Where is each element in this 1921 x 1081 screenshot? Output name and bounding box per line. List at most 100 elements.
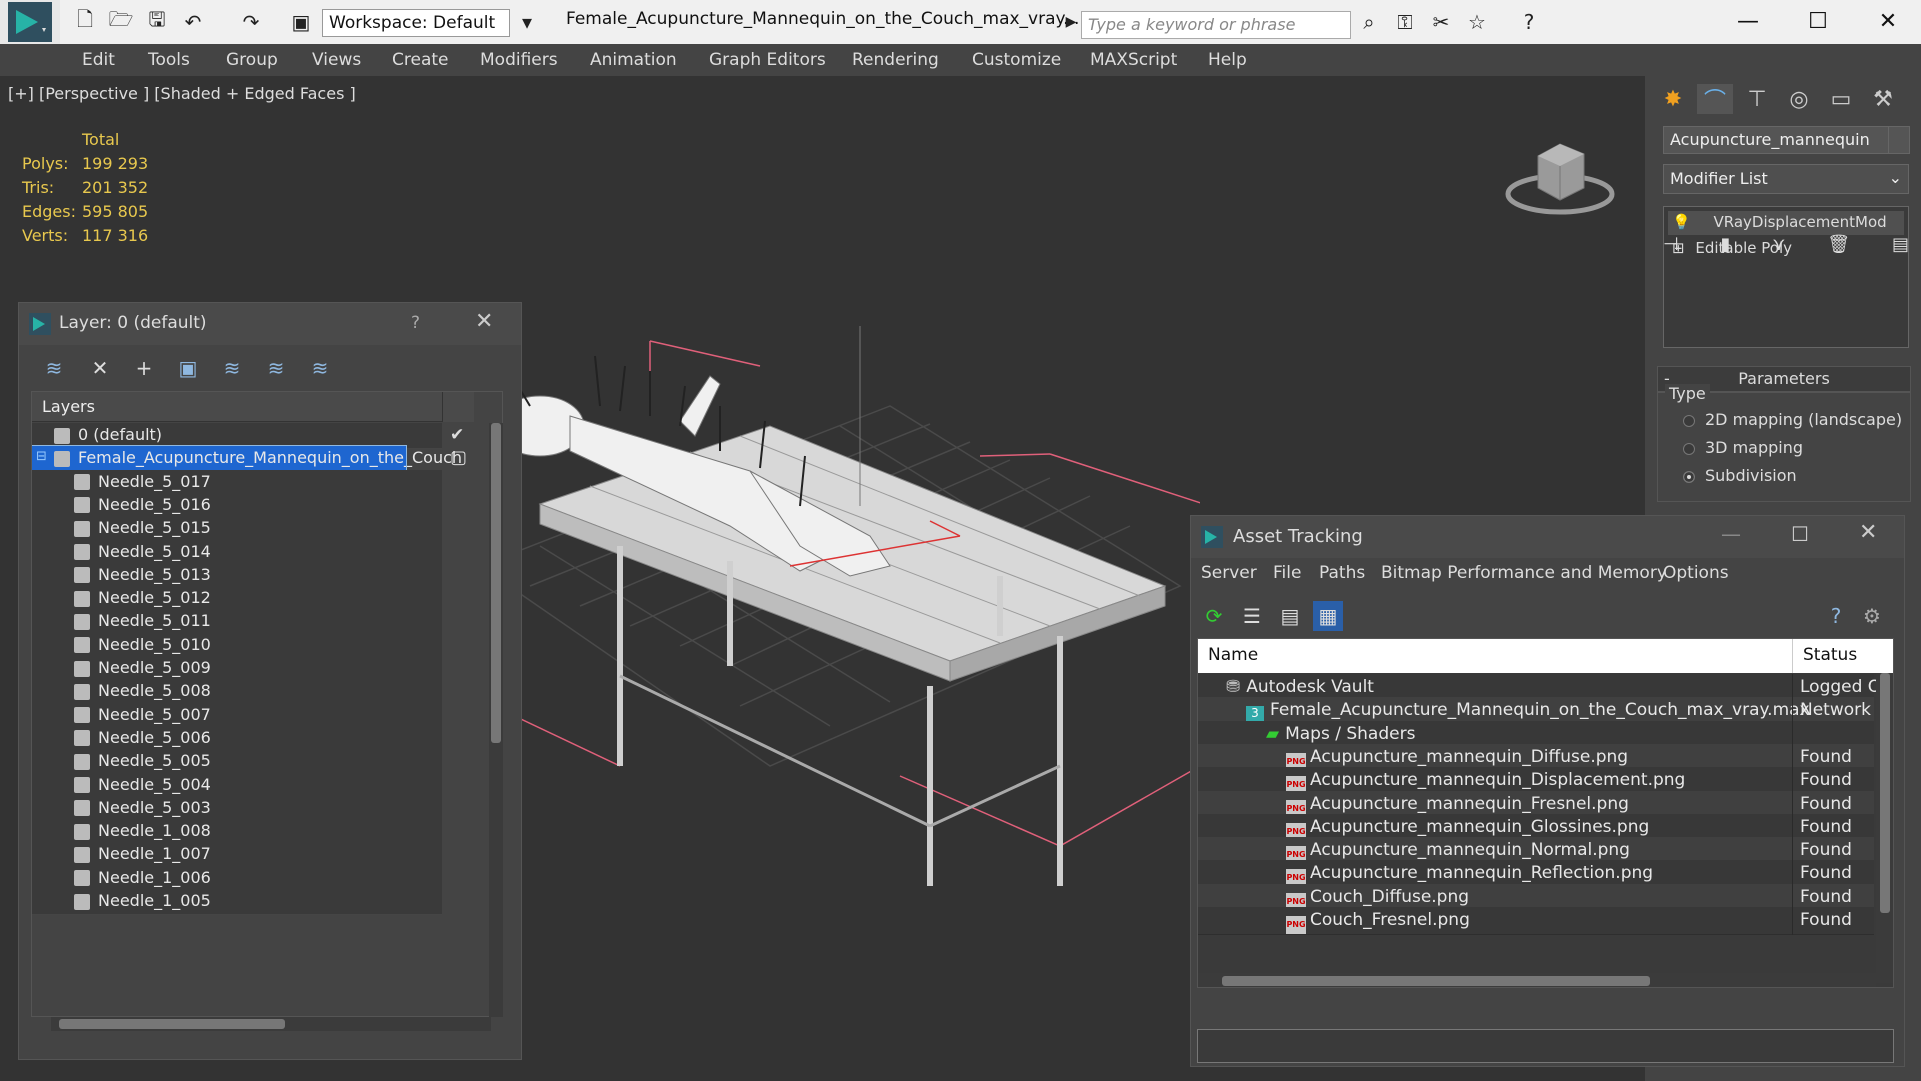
app-logo-icon[interactable] [0, 0, 60, 44]
viewcube-icon[interactable] [1500, 126, 1620, 226]
layer-horizontal-scrollbar[interactable] [51, 1017, 491, 1031]
hierarchy-tab-icon[interactable]: ⊤ [1739, 84, 1775, 114]
freeze-layers-icon[interactable]: ≋ [305, 353, 335, 383]
object-row[interactable]: Needle_5_012 [32, 586, 442, 613]
redo-icon[interactable]: ↷ [238, 10, 264, 34]
object-row[interactable]: Needle_5_017 [32, 469, 442, 496]
workspace-select[interactable]: Workspace: Default [322, 9, 510, 37]
create-layer-icon[interactable]: ≋ [39, 353, 69, 383]
layer-row-mannequin[interactable]: ⊟ Female_Acupuncture_Mannequin_on_the_Cou… [32, 445, 462, 474]
status-column-header[interactable]: Status [1793, 639, 1893, 673]
menu-rendering[interactable]: Rendering [852, 50, 939, 70]
stack-item-vraydisplacement[interactable]: 💡 VRayDisplacementMod [1668, 211, 1904, 235]
menu-bitmap-performance[interactable]: Bitmap Performance and Memory [1381, 563, 1667, 583]
menu-maxscript[interactable]: MAXScript [1090, 50, 1177, 70]
close-icon[interactable]: ✕ [475, 309, 493, 334]
tools-icon[interactable]: ✂ [1428, 10, 1454, 34]
remove-modifier-icon[interactable]: 🗑 [1827, 234, 1850, 264]
new-file-icon[interactable]: 🗋 [72, 7, 98, 34]
hide-layers-icon[interactable]: ≋ [261, 353, 291, 383]
visibility-column-header[interactable] [442, 392, 474, 422]
viewport-label[interactable]: [+] [Perspective ] [Shaded + Edged Faces… [8, 84, 356, 103]
asset-vertical-scrollbar[interactable] [1876, 673, 1893, 983]
collapse-icon[interactable]: ⊟ [36, 449, 47, 464]
menu-options[interactable]: Options [1663, 563, 1729, 583]
lightbulb-icon[interactable]: 💡 [1672, 213, 1691, 231]
object-row[interactable]: Needle_5_006 [32, 725, 442, 752]
asset-window-titlebar[interactable]: Asset Tracking — ☐ ✕ [1191, 516, 1904, 558]
motion-tab-icon[interactable]: ◎ [1781, 84, 1817, 114]
object-row[interactable]: Needle_5_004 [32, 772, 442, 799]
object-row[interactable]: Needle_5_003 [32, 795, 442, 822]
vault-help-icon[interactable]: ? [1821, 601, 1851, 631]
object-row[interactable]: Needle_5_016 [32, 492, 442, 519]
menu-edit[interactable]: Edit [82, 50, 115, 70]
object-row[interactable]: Needle_5_014 [32, 539, 442, 566]
scene-3d-view[interactable] [420, 206, 1200, 886]
object-row[interactable]: Needle_5_007 [32, 702, 442, 729]
menu-help[interactable]: Help [1208, 50, 1247, 70]
menu-file[interactable]: File [1273, 563, 1301, 583]
vault-settings-icon[interactable]: ⚙ [1857, 601, 1887, 631]
configure-sets-icon[interactable]: ▤ [1892, 234, 1909, 264]
open-file-icon[interactable]: 🗁 [108, 7, 134, 34]
object-row[interactable]: Needle_5_005 [32, 749, 442, 776]
make-unique-icon[interactable]: ⋎ [1772, 234, 1785, 264]
close-icon[interactable]: ✕ [1859, 520, 1877, 545]
object-row[interactable]: Needle_5_009 [32, 656, 442, 682]
set-current-layer-icon[interactable]: ▢ [450, 447, 467, 468]
layer-row-default[interactable]: 0 (default) [32, 423, 442, 449]
asset-horizontal-scrollbar[interactable] [1198, 973, 1876, 987]
key-icon[interactable]: ⚿ [1392, 10, 1418, 34]
project-folder-icon[interactable]: ▣ [288, 10, 314, 34]
workspace-dropdown-icon[interactable]: ▾ [514, 10, 540, 34]
object-row[interactable]: Needle_5_010 [32, 632, 442, 659]
radio-3d-mapping[interactable]: 3D mapping [1683, 438, 1803, 457]
menu-animation[interactable]: Animation [590, 50, 677, 70]
pin-stack-icon[interactable]: ⊣ [1663, 234, 1679, 264]
save-icon[interactable]: 🖫 [144, 7, 170, 34]
object-row[interactable]: Needle_5_011 [32, 609, 442, 636]
object-name-field[interactable]: Acupuncture_mannequin [1663, 126, 1891, 154]
object-row[interactable]: Needle_5_015 [32, 516, 442, 543]
table-view-icon[interactable]: ▦ [1313, 601, 1343, 631]
utilities-tab-icon[interactable]: ⚒ [1865, 84, 1901, 114]
layer-vertical-scrollbar[interactable] [489, 423, 503, 1017]
search-input[interactable]: Type a keyword or phrase [1081, 11, 1351, 39]
layers-column-header[interactable]: Layers [32, 392, 442, 422]
name-column-header[interactable]: Name [1198, 639, 1793, 673]
object-row[interactable]: Needle_1_008 [32, 819, 442, 846]
radio-2d-mapping[interactable]: 2D mapping (landscape) [1683, 410, 1902, 429]
menu-server[interactable]: Server [1201, 563, 1257, 583]
delete-layer-icon[interactable]: ✕ [85, 353, 115, 383]
modifier-list-dropdown[interactable]: Modifier List ⌄ [1663, 164, 1909, 194]
undo-icon[interactable]: ↶ [180, 10, 206, 34]
list-view-icon[interactable]: ☰ [1237, 601, 1267, 631]
asset-path-field[interactable] [1197, 1029, 1894, 1063]
select-layer-icon[interactable]: ≋ [217, 353, 247, 383]
menu-graph-editors[interactable]: Graph Editors [709, 50, 826, 70]
menu-customize[interactable]: Customize [972, 50, 1061, 70]
binoculars-icon[interactable]: ⌕ [1356, 10, 1382, 34]
object-row[interactable]: Needle_1_005 [32, 889, 442, 915]
radio-subdivision[interactable]: Subdivision [1683, 466, 1797, 485]
create-tab-icon[interactable]: ✸ [1655, 84, 1691, 114]
minimize-icon[interactable]: — [1728, 6, 1768, 36]
show-end-result-icon[interactable]: ▮ [1721, 234, 1731, 264]
menu-create[interactable]: Create [392, 50, 449, 70]
menu-paths[interactable]: Paths [1319, 563, 1365, 583]
add-to-layer-icon[interactable]: + [129, 353, 159, 383]
minimize-icon[interactable]: — [1721, 522, 1741, 546]
object-row[interactable]: Needle_5_013 [32, 562, 442, 589]
layer-window-titlebar[interactable]: Layer: 0 (default) ? ✕ [19, 303, 521, 345]
close-icon[interactable]: ✕ [1868, 6, 1908, 36]
thumbnail-view-icon[interactable]: ▤ [1275, 601, 1305, 631]
object-row[interactable]: Needle_1_006 [32, 865, 442, 892]
refresh-icon[interactable]: ⟳ [1199, 601, 1229, 631]
help-icon[interactable]: ? [1516, 10, 1542, 34]
asset-row[interactable]: PNG Couch_Fresnel.png Found [1198, 907, 1874, 935]
object-row[interactable]: Needle_5_008 [32, 679, 442, 706]
modify-tab-icon[interactable]: ⌒ [1697, 84, 1733, 114]
star-icon[interactable]: ☆ [1464, 10, 1490, 34]
select-objects-icon[interactable]: ▣ [173, 353, 203, 383]
